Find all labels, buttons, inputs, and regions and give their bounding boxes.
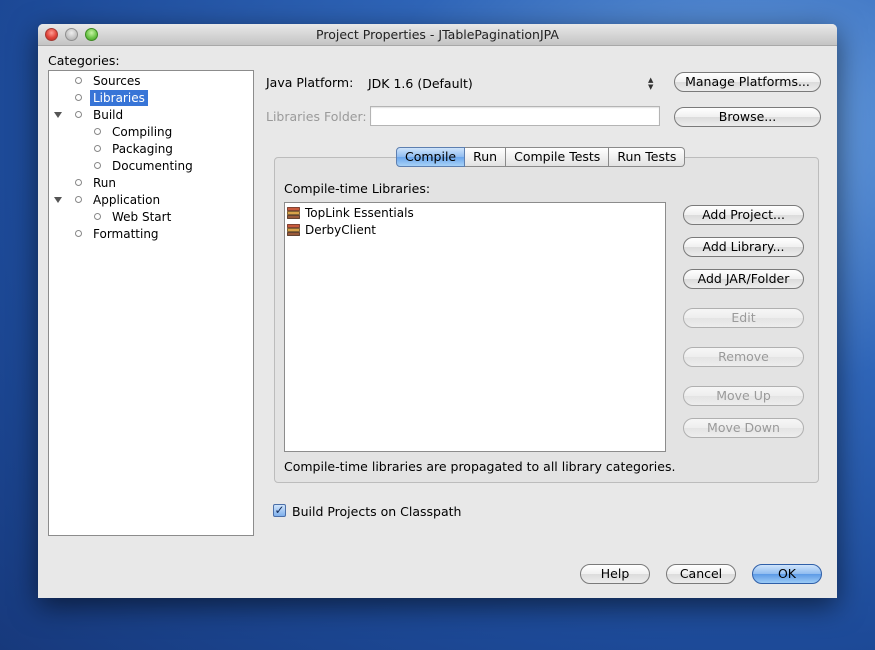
library-icon [287,207,300,219]
tree-item-label: Web Start [112,210,172,224]
tree-item-label: Sources [93,74,141,88]
node-bullet-icon [75,230,82,237]
tab-run[interactable]: Run [465,147,507,167]
java-platform-value: JDK 1.6 (Default) [368,76,473,91]
add-project-button[interactable]: Add Project... [683,205,804,225]
categories-label: Categories: [48,53,120,68]
tree-item-label: Packaging [112,142,173,156]
java-platform-label: Java Platform: [266,75,354,90]
node-bullet-icon [94,145,101,152]
library-tabs: Compile Run Compile Tests Run Tests [396,147,686,167]
checkmark-icon: ✓ [274,503,285,517]
build-projects-checkbox[interactable]: ✓ [273,504,286,517]
ok-button[interactable]: OK [752,564,822,584]
tree-item-label: Application [93,193,161,207]
library-icon [287,224,300,236]
node-bullet-icon [75,111,82,118]
library-name: DerbyClient [305,223,377,237]
libraries-folder-field[interactable] [370,106,660,126]
tab-compile-tests[interactable]: Compile Tests [506,147,610,167]
node-bullet-icon [75,196,82,203]
expand-arrow-icon[interactable] [54,112,62,118]
cancel-button[interactable]: Cancel [666,564,736,584]
propagation-note: Compile-time libraries are propagated to… [284,459,676,474]
tree-item-label: Libraries [90,90,148,106]
tree-item-label: Run [93,176,117,190]
manage-platforms-button[interactable]: Manage Platforms... [674,72,821,92]
browse-button[interactable]: Browse... [674,107,821,127]
node-bullet-icon [75,77,82,84]
node-bullet-icon [75,94,82,101]
remove-button[interactable]: Remove [683,347,804,367]
tree-item-label: Formatting [93,227,159,241]
tree-item-label: Compiling [112,125,173,139]
window-title: Project Properties - JTablePaginationJPA [316,27,559,42]
move-down-button[interactable]: Move Down [683,418,804,438]
add-library-button[interactable]: Add Library... [683,237,804,257]
categories-tree[interactable]: Sources Libraries Build Compiling Packag… [48,70,254,536]
node-bullet-icon [94,213,101,220]
node-bullet-icon [94,128,101,135]
node-bullet-icon [75,179,82,186]
project-properties-dialog: Project Properties - JTablePaginationJPA… [38,24,837,598]
edit-button[interactable]: Edit [683,308,804,328]
build-projects-label: Build Projects on Classpath [292,504,462,519]
libraries-folder-label: Libraries Folder: [266,109,367,124]
java-platform-select[interactable]: JDK 1.6 (Default) ▲ ▼ [368,75,658,93]
tree-item-label: Build [93,108,124,122]
tab-compile[interactable]: Compile [396,147,466,167]
tab-run-tests[interactable]: Run Tests [609,147,686,167]
move-up-button[interactable]: Move Up [683,386,804,406]
compile-libraries-label: Compile-time Libraries: [284,181,431,196]
add-jar-folder-button[interactable]: Add JAR/Folder [683,269,804,289]
node-bullet-icon [94,162,101,169]
library-name: TopLink Essentials [305,206,414,220]
help-button[interactable]: Help [580,564,650,584]
compile-libraries-list[interactable]: TopLink Essentials DerbyClient [284,202,666,452]
title-bar[interactable]: Project Properties - JTablePaginationJPA [38,24,837,46]
tree-item-label: Documenting [112,159,193,173]
expand-arrow-icon[interactable] [54,197,62,203]
select-stepper-icon: ▲ ▼ [648,76,654,91]
